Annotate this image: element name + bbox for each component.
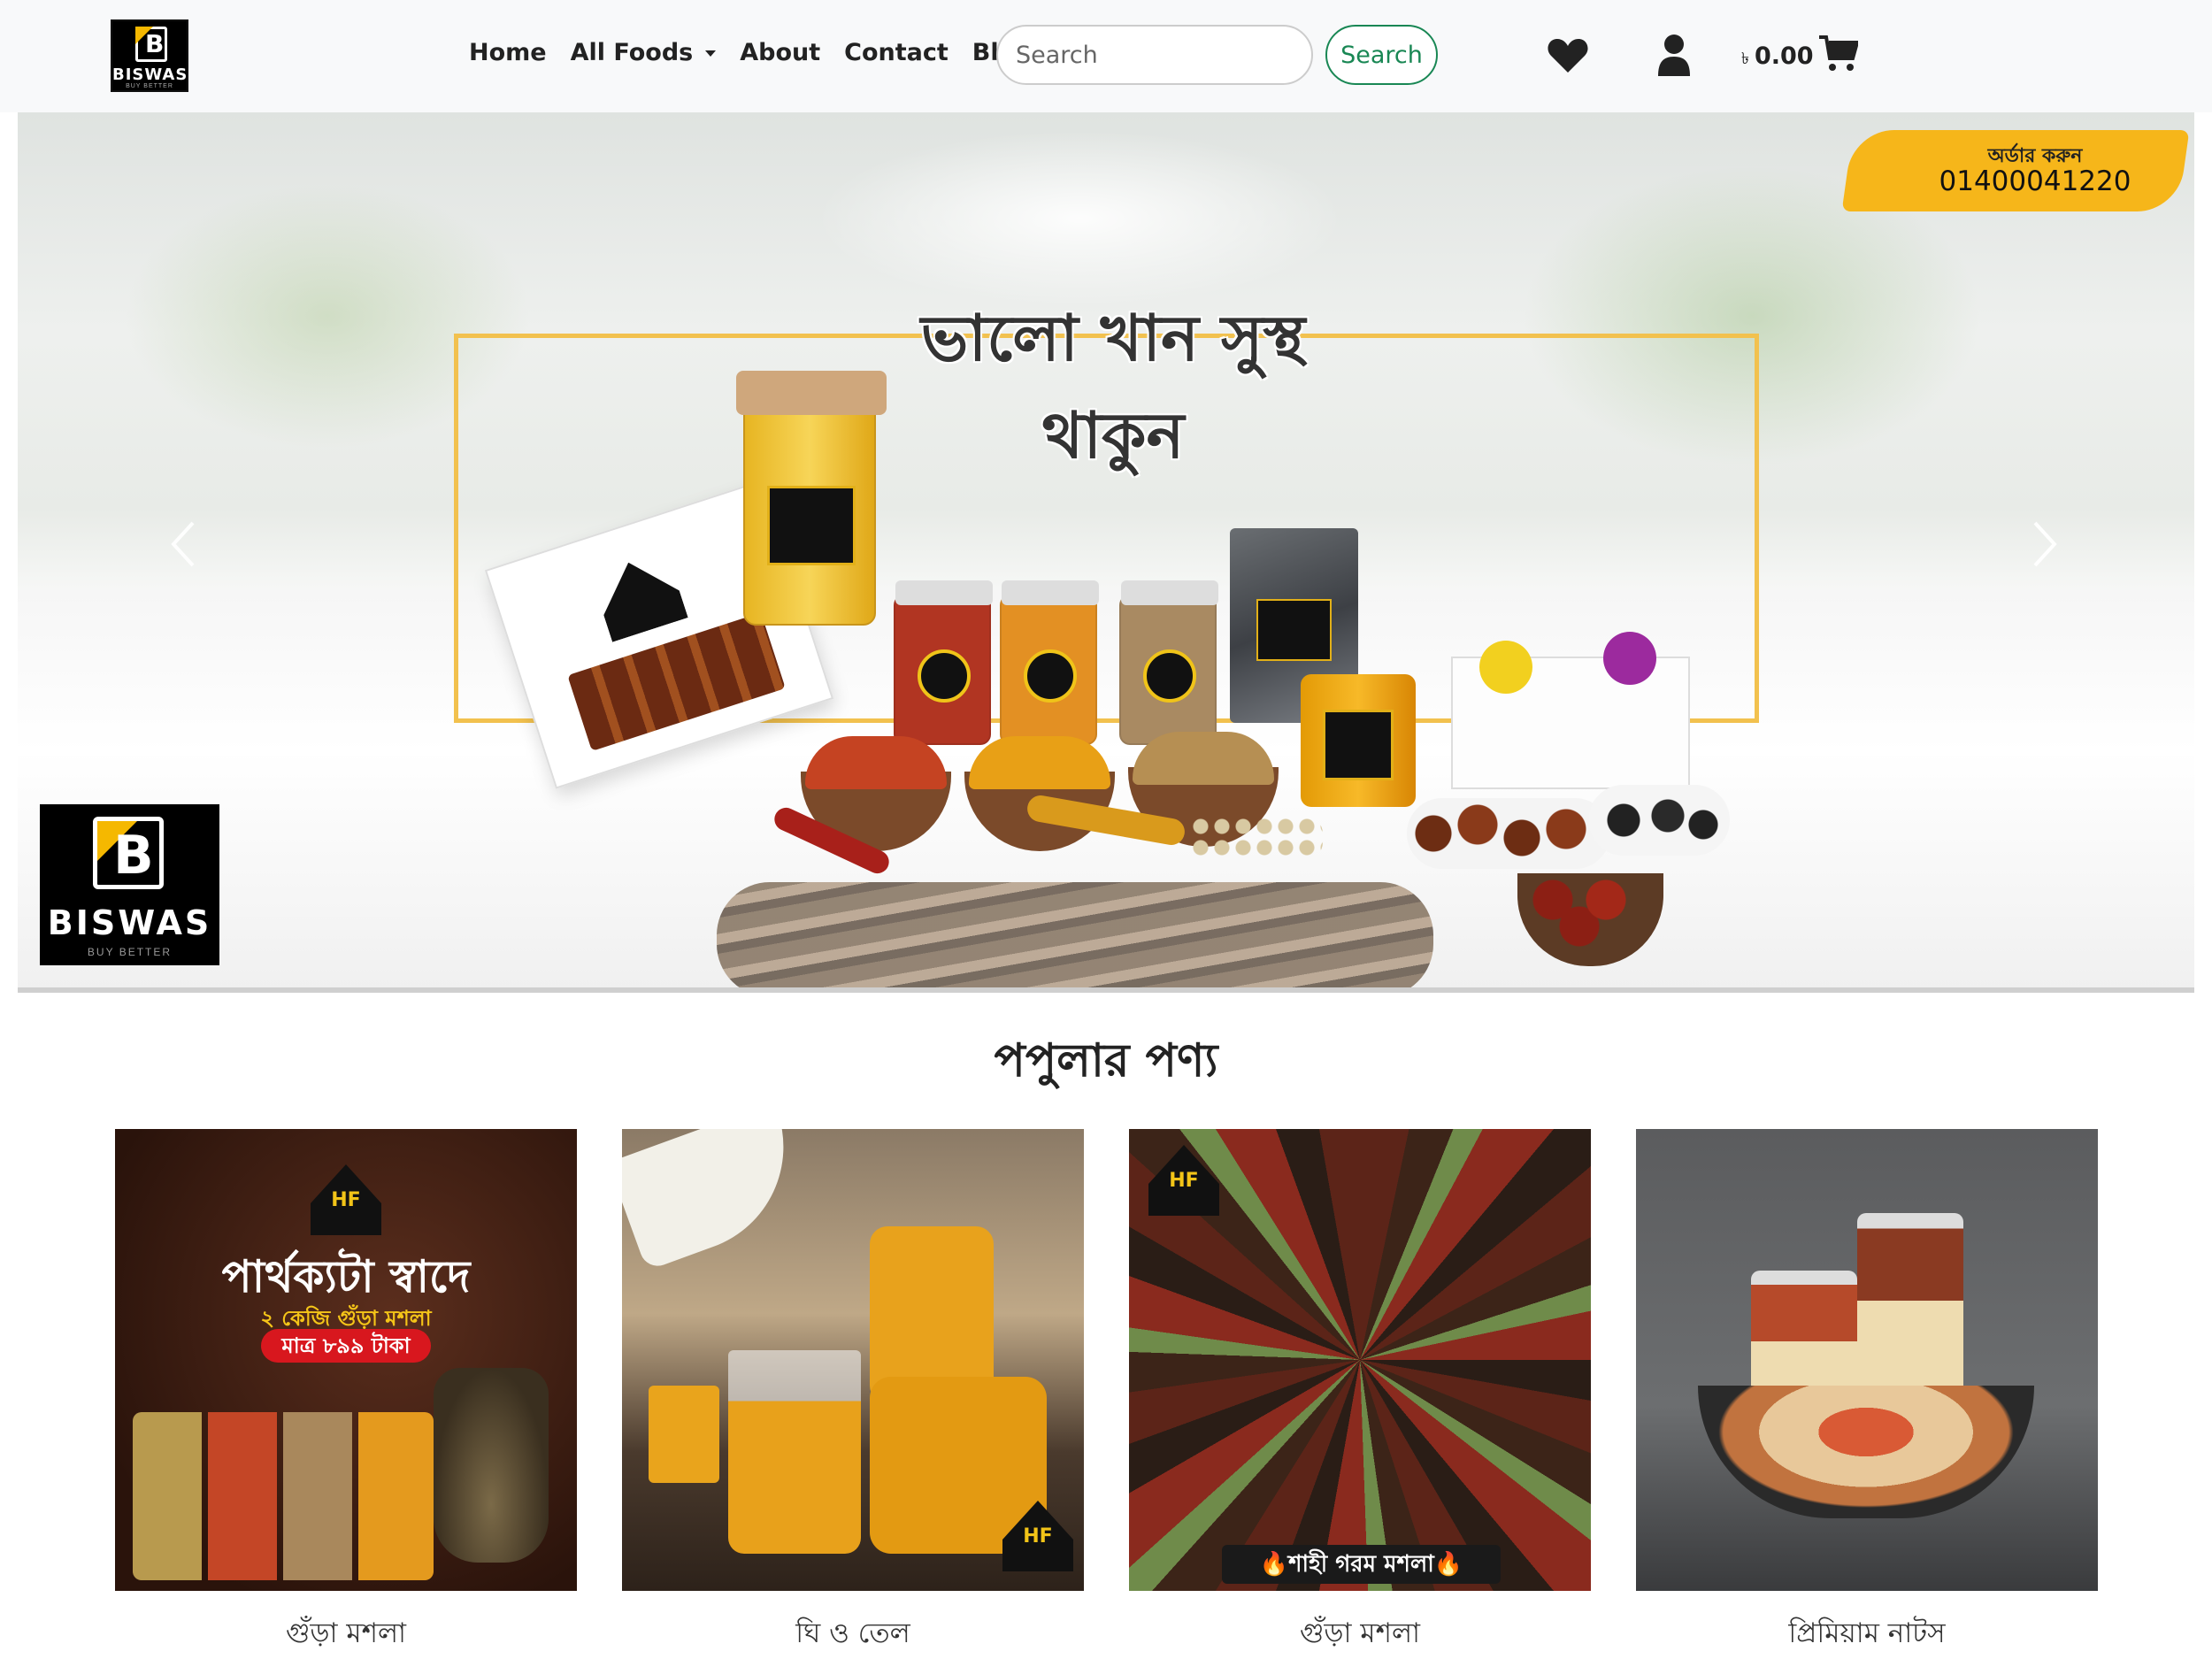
hero-logo-name: BISWAS: [47, 903, 212, 942]
dried-fish-image: [717, 882, 1433, 993]
logo-mark-icon: B: [93, 817, 164, 889]
ribbon-bow: [1603, 632, 1656, 685]
nuts-bowl: [1698, 1386, 2034, 1518]
spice-jars: [133, 1412, 434, 1580]
gift-box-image: [1451, 632, 1690, 789]
logo-name: BISWAS: [112, 65, 188, 84]
honey-jar-image: [1301, 674, 1416, 807]
chevron-left-icon[interactable]: [166, 518, 202, 571]
promo-price: মাত্র ৮৯৯ টাকা: [261, 1329, 431, 1363]
nuts-jar: [1857, 1213, 1963, 1408]
product-card[interactable]: প্রিমিয়াম নাটস: [1636, 1129, 2098, 1659]
product-image[interactable]: [1636, 1129, 2098, 1591]
hero-carousel[interactable]: ভালো খান সুস্থ থাকুন অর্ডার করুন 0140004…: [18, 112, 2194, 993]
ghee-glass: [728, 1350, 861, 1554]
popular-products-title: পপুলার পণ্য: [994, 1034, 1218, 1087]
heart-icon[interactable]: [1547, 37, 1589, 74]
product-banner: 🔥শাহী গরম মশলা🔥: [1222, 1545, 1501, 1584]
search-input[interactable]: [996, 25, 1313, 85]
product-image[interactable]: 🔥শাহী গরম মশলা🔥: [1129, 1129, 1591, 1591]
bag-label: [1256, 599, 1332, 661]
jar-label: [918, 649, 971, 703]
navbar: BISWAS BUY BETTER Home All Foods About C…: [0, 0, 2212, 112]
spice-heap: [805, 736, 947, 789]
turmeric-powder-jar-image: [1000, 580, 1099, 745]
cart-total-value: 0.00: [1754, 42, 1814, 70]
main-nav: Home All Foods About Contact Blog: [469, 39, 1056, 66]
black-dates-plate-image: [1588, 785, 1730, 856]
spice-heap: [969, 736, 1110, 789]
cart-total[interactable]: ৳ 0.00: [1741, 42, 1814, 73]
product-name[interactable]: গুঁড়া মশলা: [1129, 1612, 1591, 1658]
coriander-seeds-image: [1190, 816, 1323, 860]
caret-down-icon: [705, 50, 717, 57]
jar-lid: [895, 580, 993, 605]
nav-link-all-foods-label: All Foods: [570, 39, 694, 66]
halal-food-logo-icon: [590, 550, 687, 642]
nav-link-contact[interactable]: Contact: [844, 39, 949, 66]
site-logo[interactable]: BISWAS BUY BETTER: [111, 19, 188, 92]
user-icon[interactable]: [1656, 34, 1692, 76]
product-name[interactable]: প্রিমিয়াম নাটস: [1636, 1612, 2098, 1658]
jar-lid: [736, 371, 887, 415]
search-button[interactable]: Search: [1325, 25, 1438, 85]
nav-link-about[interactable]: About: [740, 39, 820, 66]
mortar-pestle: [434, 1368, 549, 1563]
logo-letter: B: [113, 825, 154, 887]
jar-label: [1024, 649, 1077, 703]
ribbon-bow: [1479, 641, 1532, 694]
halal-food-logo-icon: [311, 1164, 381, 1235]
hero-slogan: ভালো খান সুস্থ থাকুন: [920, 301, 1306, 472]
ghee-jar-image: [736, 371, 887, 626]
product-card[interactable]: পার্থক্যটা স্বাদে ২ কেজি গুঁড়া মশলা মাত…: [115, 1129, 577, 1659]
hero-bottom-border: [18, 987, 2194, 993]
product-card[interactable]: 🔥শাহী গরম মশলা🔥 গুঁড়া মশলা: [1129, 1129, 1591, 1659]
jar-label: [1323, 710, 1394, 780]
jar-label: [1143, 649, 1196, 703]
product-image[interactable]: পার্থক্যটা স্বাদে ২ কেজি গুঁড়া মশলা মাত…: [115, 1129, 577, 1591]
chevron-right-icon[interactable]: [2026, 518, 2062, 571]
product-name[interactable]: গুঁড়া মশলা: [115, 1612, 577, 1658]
product-name[interactable]: ঘি ও তেল: [622, 1612, 1084, 1658]
logo-mark-icon: [135, 27, 167, 62]
hero-brand-logo: B BISWAS BUY BETTER: [40, 804, 219, 965]
chili-powder-jar-image: [894, 580, 993, 745]
spice-heap: [1133, 732, 1274, 785]
nav-link-all-foods[interactable]: All Foods: [571, 39, 717, 66]
ghee-pouring-jug: [622, 1129, 814, 1271]
halal-food-logo-icon: [1148, 1145, 1219, 1216]
logo-tagline: BUY BETTER: [126, 83, 173, 89]
nav-link-home[interactable]: Home: [469, 39, 547, 66]
dates-plate-image: [1407, 798, 1610, 869]
jar-lid: [1121, 580, 1218, 605]
cart-icon[interactable]: [1819, 35, 1858, 73]
jar-lid: [1002, 580, 1099, 605]
product-card[interactable]: ঘি ও তেল: [622, 1129, 1084, 1659]
ghee-glass: [649, 1386, 719, 1483]
hero-logo-tagline: BUY BETTER: [87, 946, 173, 958]
jar-label: [767, 486, 856, 565]
product-image[interactable]: [622, 1129, 1084, 1591]
background-blur: [814, 130, 1345, 307]
order-phone[interactable]: 01400041220: [1885, 165, 2185, 197]
cumin-powder-jar-image: [1119, 580, 1218, 745]
currency-symbol: ৳: [1741, 50, 1749, 68]
